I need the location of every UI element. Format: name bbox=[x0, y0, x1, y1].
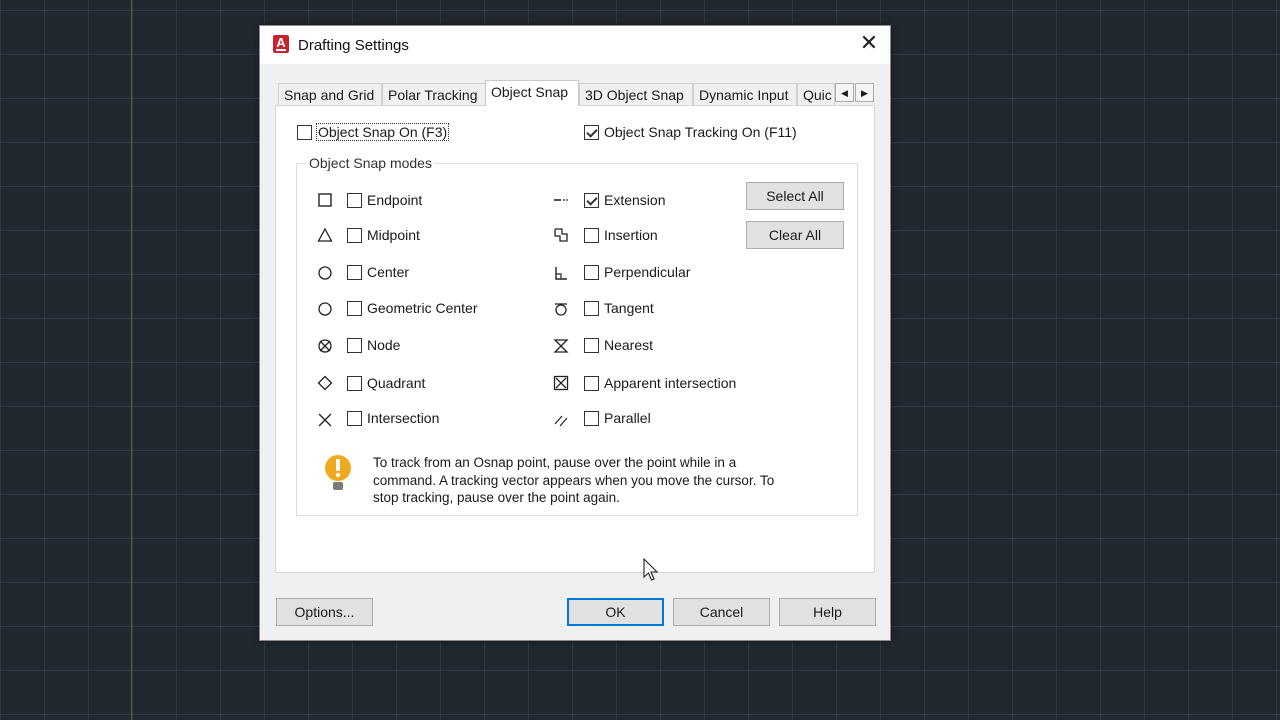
geometric-center-marker-icon bbox=[316, 300, 334, 318]
nearest-option[interactable]: Nearest bbox=[584, 337, 653, 353]
intersection-label: Intersection bbox=[367, 410, 440, 426]
insertion-marker-icon bbox=[552, 226, 570, 244]
nearest-label: Nearest bbox=[604, 337, 654, 353]
quadrant-label: Quadrant bbox=[367, 375, 426, 391]
quadrant-option[interactable]: Quadrant bbox=[347, 375, 425, 391]
node-marker-icon bbox=[316, 337, 334, 355]
parallel-label: Parallel bbox=[604, 410, 651, 426]
endpoint-marker-icon bbox=[316, 191, 334, 209]
tab-dynamic-input[interactable]: Dynamic Input bbox=[693, 83, 797, 105]
center-checkbox[interactable] bbox=[347, 264, 362, 280]
endpoint-checkbox[interactable] bbox=[347, 192, 362, 208]
geometric-center-label: Geometric Center bbox=[367, 300, 478, 316]
help-button[interactable]: Help bbox=[779, 598, 876, 626]
center-marker-icon bbox=[316, 264, 334, 282]
mouse-cursor-icon bbox=[643, 558, 659, 581]
intersection-option[interactable]: Intersection bbox=[347, 410, 439, 426]
extension-marker-icon bbox=[552, 191, 570, 209]
tangent-checkbox[interactable] bbox=[584, 300, 599, 316]
tab-object-snap[interactable]: Object Snap bbox=[485, 80, 579, 106]
intersection-marker-icon bbox=[316, 411, 334, 429]
tangent-marker-icon bbox=[552, 300, 570, 318]
insertion-option[interactable]: Insertion bbox=[584, 227, 658, 243]
endpoint-option[interactable]: Endpoint bbox=[347, 192, 422, 208]
info-line-2: command. A tracking vector appears when … bbox=[373, 472, 775, 488]
tab-scroll-right-icon[interactable]: ▶ bbox=[855, 83, 874, 102]
dialog-title: Drafting Settings bbox=[298, 37, 409, 54]
midpoint-option[interactable]: Midpoint bbox=[347, 227, 420, 243]
options-button[interactable]: Options... bbox=[276, 598, 373, 626]
tab-scroll-left-icon[interactable]: ◀ bbox=[835, 83, 854, 102]
apparent-intersection-option[interactable]: Apparent intersection bbox=[584, 375, 736, 391]
object-snap-tracking-label: Object Snap Tracking On (F11) bbox=[604, 124, 797, 140]
extension-checkbox[interactable] bbox=[584, 192, 599, 208]
apparent-intersection-checkbox[interactable] bbox=[584, 375, 599, 391]
tangent-option[interactable]: Tangent bbox=[584, 300, 654, 316]
parallel-checkbox[interactable] bbox=[584, 410, 599, 426]
cancel-button[interactable]: Cancel bbox=[673, 598, 770, 626]
tab-3d-object-snap[interactable]: 3D Object Snap bbox=[579, 83, 693, 105]
drafting-settings-dialog: A Drafting Settings ✕ Snap and Grid Pola… bbox=[259, 25, 891, 641]
object-snap-on-label: Object Snap On (F3) bbox=[315, 123, 450, 141]
ok-button[interactable]: OK bbox=[567, 598, 664, 626]
geometric-center-checkbox[interactable] bbox=[347, 300, 362, 316]
close-icon[interactable]: ✕ bbox=[857, 32, 881, 56]
parallel-option[interactable]: Parallel bbox=[584, 410, 651, 426]
insertion-label: Insertion bbox=[604, 227, 658, 243]
insertion-checkbox[interactable] bbox=[584, 227, 599, 243]
nearest-checkbox[interactable] bbox=[584, 337, 599, 353]
perpendicular-label: Perpendicular bbox=[604, 264, 691, 280]
autocad-app-icon: A bbox=[273, 35, 289, 53]
extension-label: Extension bbox=[604, 192, 666, 208]
midpoint-checkbox[interactable] bbox=[347, 227, 362, 243]
quadrant-marker-icon bbox=[316, 374, 334, 392]
center-option[interactable]: Center bbox=[347, 264, 409, 280]
lightbulb-icon bbox=[323, 454, 353, 494]
perpendicular-option[interactable]: Perpendicular bbox=[584, 264, 690, 280]
object-snap-tracking-checkbox[interactable] bbox=[584, 124, 599, 140]
object-snap-modes-group: Object Snap modes Endpoint Midpoint Cent… bbox=[296, 155, 858, 581]
geometric-center-option[interactable]: Geometric Center bbox=[347, 300, 477, 316]
object-snap-on-checkbox[interactable] bbox=[297, 124, 312, 140]
canvas-axis-line bbox=[131, 0, 132, 720]
center-label: Center bbox=[367, 264, 410, 280]
tab-quick-properties[interactable]: Quic bbox=[797, 83, 835, 105]
tab-strip: Snap and Grid Polar Tracking Object Snap… bbox=[278, 80, 876, 106]
extension-option[interactable]: Extension bbox=[584, 192, 665, 208]
node-label: Node bbox=[367, 337, 401, 353]
select-all-button[interactable]: Select All bbox=[746, 182, 844, 210]
object-snap-panel: Object Snap On (F3) Object Snap Tracking… bbox=[275, 105, 875, 581]
endpoint-label: Endpoint bbox=[367, 192, 423, 208]
apparent-intersection-label: Apparent intersection bbox=[604, 375, 737, 391]
midpoint-label: Midpoint bbox=[367, 227, 420, 243]
nearest-marker-icon bbox=[552, 337, 570, 355]
clear-all-button[interactable]: Clear All bbox=[746, 221, 844, 249]
parallel-marker-icon bbox=[552, 411, 570, 429]
perpendicular-checkbox[interactable] bbox=[584, 264, 599, 280]
node-checkbox[interactable] bbox=[347, 337, 362, 353]
tangent-label: Tangent bbox=[604, 300, 654, 316]
object-snap-tracking-toggle[interactable]: Object Snap Tracking On (F11) bbox=[584, 124, 797, 140]
info-line-1: To track from an Osnap point, pause over… bbox=[373, 455, 737, 470]
tab-polar-tracking[interactable]: Polar Tracking bbox=[382, 83, 486, 105]
quadrant-checkbox[interactable] bbox=[347, 375, 362, 391]
object-snap-on-toggle[interactable]: Object Snap On (F3) bbox=[297, 123, 450, 141]
info-text: To track from an Osnap point, pause over… bbox=[373, 454, 823, 507]
perpendicular-marker-icon bbox=[552, 264, 570, 282]
midpoint-marker-icon bbox=[316, 226, 334, 244]
apparent-intersection-marker-icon bbox=[552, 374, 570, 392]
intersection-checkbox[interactable] bbox=[347, 410, 362, 426]
title-bar[interactable]: A Drafting Settings ✕ bbox=[260, 26, 890, 64]
tab-snap-and-grid[interactable]: Snap and Grid bbox=[278, 83, 382, 105]
node-option[interactable]: Node bbox=[347, 337, 400, 353]
object-snap-modes-title: Object Snap modes bbox=[307, 155, 434, 171]
info-line-3: stop tracking, pause over the point agai… bbox=[373, 490, 620, 505]
